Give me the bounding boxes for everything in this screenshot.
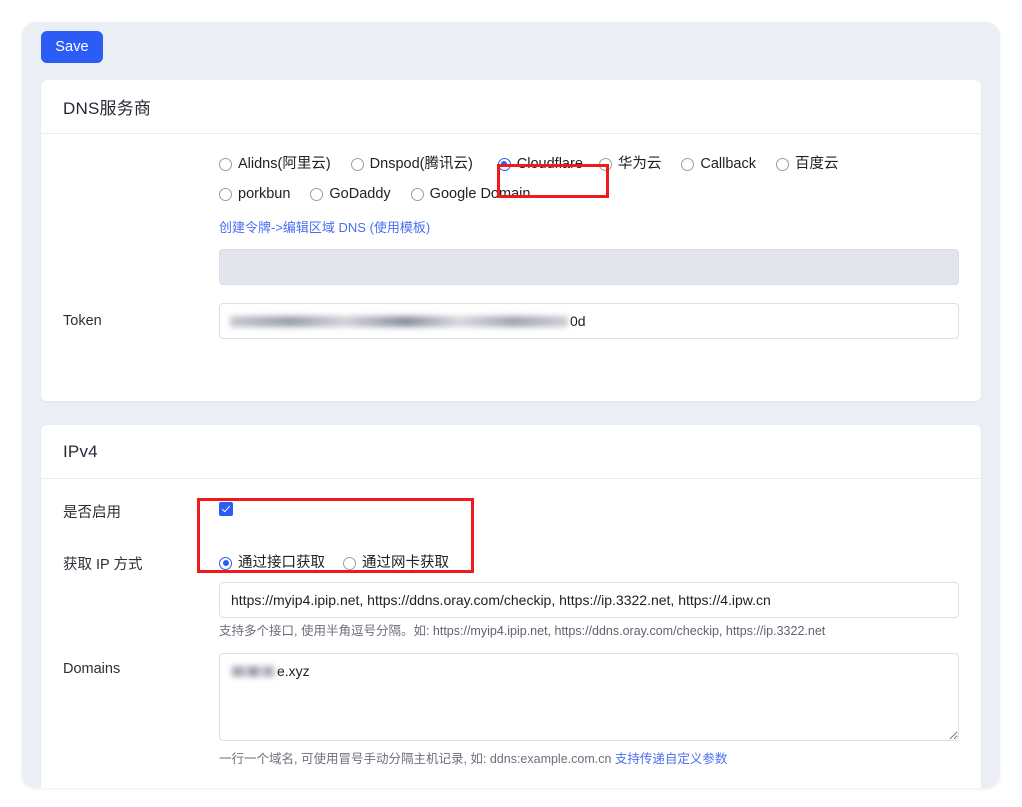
account-disabled-input xyxy=(219,249,959,285)
ip-method-label: 获取 IP 方式 xyxy=(63,556,143,573)
url-field-hint: 支持多个接口, 使用半角逗号分隔。如: https://myip4.ipip.n… xyxy=(219,623,959,639)
radio-provider-google-domain[interactable]: Google Domain xyxy=(410,180,531,208)
enable-checkbox-container xyxy=(219,501,981,521)
token-label: Token xyxy=(63,313,102,329)
token-input[interactable] xyxy=(219,303,959,339)
url-hint-prefix: 支持多个接口, 使用半角逗号分隔。如: xyxy=(219,624,433,638)
provider-row-2: porkbun GoDaddy Google Domain xyxy=(41,180,981,208)
dns-provider-card: DNS服务商 Alidns(阿里云) Dnspod(腾讯云) Cloudflar… xyxy=(41,80,981,401)
domains-hint: 一行一个域名, 可使用冒号手动分隔主机记录, 如: ddns:example.c… xyxy=(219,751,959,767)
url-field-row: 支持多个接口, 使用半角逗号分隔。如: https://myip4.ipip.n… xyxy=(41,582,981,639)
url-hint-example: https://myip4.ipip.net, https://ddns.ora… xyxy=(432,624,826,638)
save-button[interactable]: Save xyxy=(41,31,103,63)
radio-provider-baidu-label: 百度云 xyxy=(795,155,839,172)
provider-radio-group-1: Alidns(阿里云) Dnspod(腾讯云) Cloudflare 华为云 C… xyxy=(219,150,981,178)
enable-checkbox[interactable] xyxy=(219,501,233,516)
radio-mark-icon xyxy=(219,556,232,570)
radio-provider-alidns[interactable]: Alidns(阿里云) xyxy=(219,150,331,178)
enable-label: 是否启用 xyxy=(63,504,121,521)
radio-mark-icon xyxy=(598,157,612,171)
custom-params-link[interactable]: 支持传递自定义参数 xyxy=(615,752,728,766)
radio-provider-dnspod[interactable]: Dnspod(腾讯云) xyxy=(350,150,473,178)
ip-method-radio-group: 通过接口获取 通过网卡获取 xyxy=(219,549,981,577)
ip-method-row: 获取 IP 方式 通过接口获取 通过网卡获取 xyxy=(41,549,981,577)
enable-row: 是否启用 xyxy=(41,497,981,525)
domains-textarea[interactable] xyxy=(219,653,959,741)
radio-provider-cloudflare-label: Cloudflare xyxy=(516,155,583,172)
radio-mark-icon xyxy=(219,157,232,171)
radio-provider-google-domain-label: Google Domain xyxy=(429,185,531,202)
ipv4-card-body: 是否启用 获取 IP 方式 通过接口获取 通过网卡获取 https://myip… xyxy=(41,497,981,767)
dns-card-header: DNS服务商 xyxy=(41,80,981,134)
token-row: Token 0d xyxy=(41,303,981,339)
helper-link-row: 创建令牌->编辑区域 DNS (使用模板) xyxy=(41,217,981,237)
radio-provider-huawei-label: 华为云 xyxy=(617,155,662,172)
radio-provider-godaddy[interactable]: GoDaddy xyxy=(310,180,391,208)
radio-mark-icon xyxy=(219,187,232,201)
token-field-container: 0d xyxy=(219,303,981,339)
domains-row: Domains e.xyz 一行一个域名, 可使用冒号手动分隔主机记录, 如: … xyxy=(41,653,981,767)
radio-ip-method-nic-label: 通过网卡获取 xyxy=(362,554,449,571)
radio-provider-callback-label: Callback xyxy=(700,155,756,172)
radio-provider-cloudflare[interactable]: Cloudflare xyxy=(497,150,583,178)
radio-provider-baidu[interactable]: 百度云 xyxy=(776,150,839,178)
radio-provider-huawei[interactable]: 华为云 xyxy=(598,150,662,178)
radio-provider-porkbun-label: porkbun xyxy=(238,185,291,202)
provider-row-1: Alidns(阿里云) Dnspod(腾讯云) Cloudflare 华为云 C… xyxy=(41,150,981,178)
settings-panel: Save DNS服务商 Alidns(阿里云) Dnspod(腾讯云) Clou… xyxy=(22,22,1000,788)
create-token-link[interactable]: 创建令牌->编辑区域 DNS (使用模板) xyxy=(219,220,430,235)
ipv4-card-header: IPv4 xyxy=(41,425,981,479)
provider-radio-group-2: porkbun GoDaddy Google Domain xyxy=(219,180,981,208)
radio-mark-icon xyxy=(681,157,695,171)
radio-ip-method-interface-label: 通过接口获取 xyxy=(238,554,325,571)
domains-field-container: e.xyz 一行一个域名, 可使用冒号手动分隔主机记录, 如: ddns:exa… xyxy=(219,653,981,767)
radio-provider-alidns-label: Alidns(阿里云) xyxy=(238,155,331,172)
toolbar: Save xyxy=(22,22,1000,80)
radio-provider-dnspod-label: Dnspod(腾讯云) xyxy=(369,155,473,172)
dns-card-body: Alidns(阿里云) Dnspod(腾讯云) Cloudflare 华为云 C… xyxy=(41,150,981,339)
domains-label: Domains xyxy=(63,661,121,677)
helper-link-container: 创建令牌->编辑区域 DNS (使用模板) xyxy=(219,217,981,237)
radio-provider-porkbun[interactable]: porkbun xyxy=(219,180,290,208)
radio-mark-icon xyxy=(343,556,356,570)
radio-provider-callback[interactable]: Callback xyxy=(681,150,756,178)
radio-ip-method-nic[interactable]: 通过网卡获取 xyxy=(343,549,449,577)
disabled-field-container xyxy=(219,249,981,285)
dns-card-title: DNS服务商 xyxy=(63,99,152,118)
url-field-container: 支持多个接口, 使用半角逗号分隔。如: https://myip4.ipip.n… xyxy=(219,582,981,639)
disabled-field-row xyxy=(41,249,981,285)
radio-provider-godaddy-label: GoDaddy xyxy=(329,185,391,202)
radio-mark-icon xyxy=(776,157,789,171)
radio-mark-icon xyxy=(410,187,424,201)
radio-mark-icon xyxy=(310,187,324,201)
ip-api-url-input[interactable] xyxy=(219,582,959,618)
radio-ip-method-interface[interactable]: 通过接口获取 xyxy=(219,549,325,577)
radio-mark-icon xyxy=(350,157,364,171)
domains-hint-prefix: 一行一个域名, 可使用冒号手动分隔主机记录, 如: ddns:example.c… xyxy=(219,752,615,766)
radio-mark-icon xyxy=(497,157,511,171)
ipv4-card-title: IPv4 xyxy=(63,441,98,461)
ipv4-card: IPv4 是否启用 获取 IP 方式 通过接口获取 通过网卡获取 https:/… xyxy=(41,425,981,788)
